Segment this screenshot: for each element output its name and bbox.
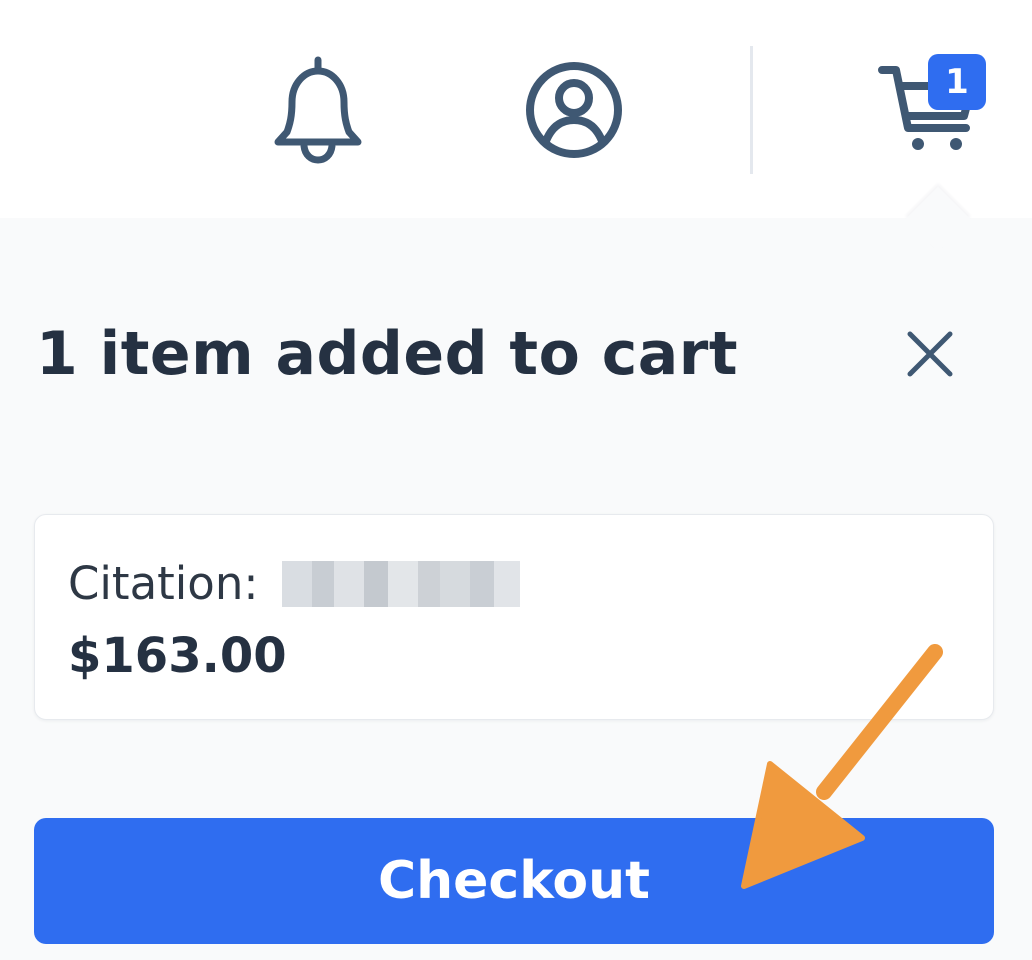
citation-label: Citation: — [68, 557, 259, 610]
close-icon — [907, 331, 953, 377]
user-icon — [526, 62, 622, 158]
top-header: 1 — [0, 0, 1032, 218]
cart-count-badge: 1 — [928, 54, 986, 110]
header-divider — [750, 46, 753, 174]
cart-item-card: Citation: $163.00 — [34, 514, 994, 720]
bell-icon — [274, 56, 362, 164]
account-button[interactable] — [522, 58, 626, 162]
page: 1 1 item added to cart Citation: $163.00 — [0, 0, 1032, 960]
redacted-citation-value — [281, 561, 520, 607]
item-price: $163.00 — [68, 628, 287, 684]
checkout-button[interactable]: Checkout — [34, 818, 994, 944]
citation-row: Citation: — [68, 555, 520, 613]
notifications-button[interactable] — [268, 54, 368, 166]
close-button[interactable] — [900, 324, 960, 384]
popover-title: 1 item added to cart — [36, 319, 739, 389]
